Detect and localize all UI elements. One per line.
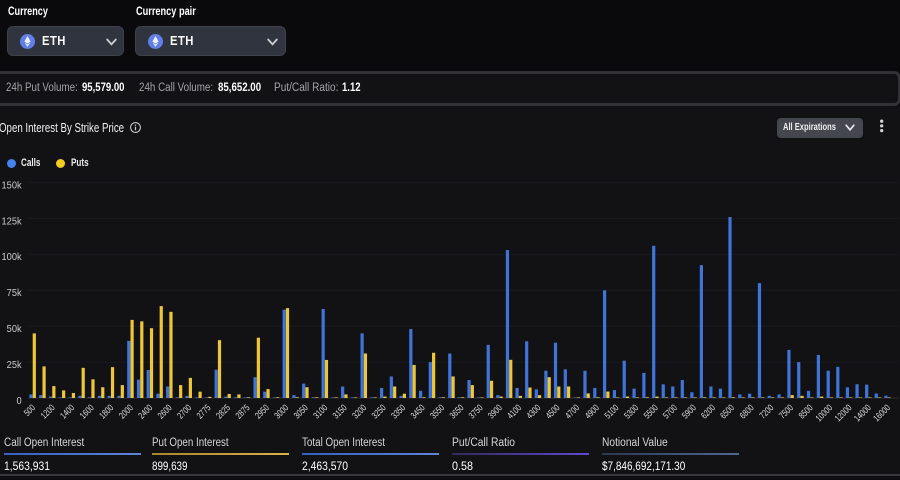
svg-text:6500: 6500	[718, 402, 736, 420]
svg-text:2000: 2000	[117, 402, 135, 420]
svg-text:4300: 4300	[525, 402, 543, 420]
svg-text:4500: 4500	[544, 402, 562, 420]
svg-text:2950: 2950	[253, 402, 271, 420]
svg-text:6200: 6200	[699, 402, 717, 420]
svg-text:4700: 4700	[563, 402, 581, 420]
svg-text:500: 500	[22, 402, 38, 418]
svg-text:2400: 2400	[136, 402, 154, 420]
svg-text:5500: 5500	[642, 402, 660, 420]
svg-text:2825: 2825	[214, 402, 232, 420]
svg-text:3100: 3100	[311, 402, 329, 420]
svg-text:16000: 16000	[871, 402, 892, 423]
svg-text:2600: 2600	[156, 402, 174, 420]
svg-text:2700: 2700	[175, 402, 193, 420]
svg-text:3550: 3550	[428, 402, 446, 420]
svg-text:1600: 1600	[78, 402, 96, 420]
svg-text:2775: 2775	[195, 402, 213, 420]
svg-text:8500: 8500	[797, 402, 815, 420]
svg-text:4100: 4100	[505, 402, 523, 420]
svg-text:3000: 3000	[272, 402, 290, 420]
svg-text:50k: 50k	[7, 324, 22, 336]
svg-text:14000: 14000	[852, 402, 873, 423]
svg-text:5100: 5100	[603, 402, 621, 420]
svg-text:1200: 1200	[39, 402, 57, 420]
svg-text:3250: 3250	[370, 402, 388, 420]
svg-text:75k: 75k	[7, 288, 22, 300]
svg-text:0: 0	[16, 395, 22, 407]
svg-text:3200: 3200	[350, 402, 368, 420]
svg-text:1800: 1800	[97, 402, 115, 420]
svg-text:1400: 1400	[58, 402, 76, 420]
svg-text:3900: 3900	[486, 402, 504, 420]
svg-text:3650: 3650	[448, 402, 466, 420]
svg-text:3750: 3750	[467, 402, 485, 420]
svg-text:100k: 100k	[2, 252, 22, 264]
svg-text:3450: 3450	[409, 402, 427, 420]
svg-text:3050: 3050	[292, 402, 310, 420]
svg-text:10000: 10000	[814, 402, 835, 423]
svg-text:4900: 4900	[583, 402, 601, 420]
svg-text:125k: 125k	[2, 216, 22, 228]
svg-text:150k: 150k	[2, 180, 22, 192]
svg-text:6800: 6800	[738, 402, 756, 420]
svg-text:3150: 3150	[331, 402, 349, 420]
svg-text:7200: 7200	[758, 402, 776, 420]
svg-text:7500: 7500	[777, 402, 795, 420]
svg-text:12000: 12000	[833, 402, 854, 423]
svg-text:5900: 5900	[680, 402, 698, 420]
svg-text:5700: 5700	[661, 402, 679, 420]
svg-text:5300: 5300	[622, 402, 640, 420]
svg-text:25k: 25k	[7, 359, 22, 371]
svg-text:2875: 2875	[234, 402, 252, 420]
svg-text:3350: 3350	[389, 402, 407, 420]
